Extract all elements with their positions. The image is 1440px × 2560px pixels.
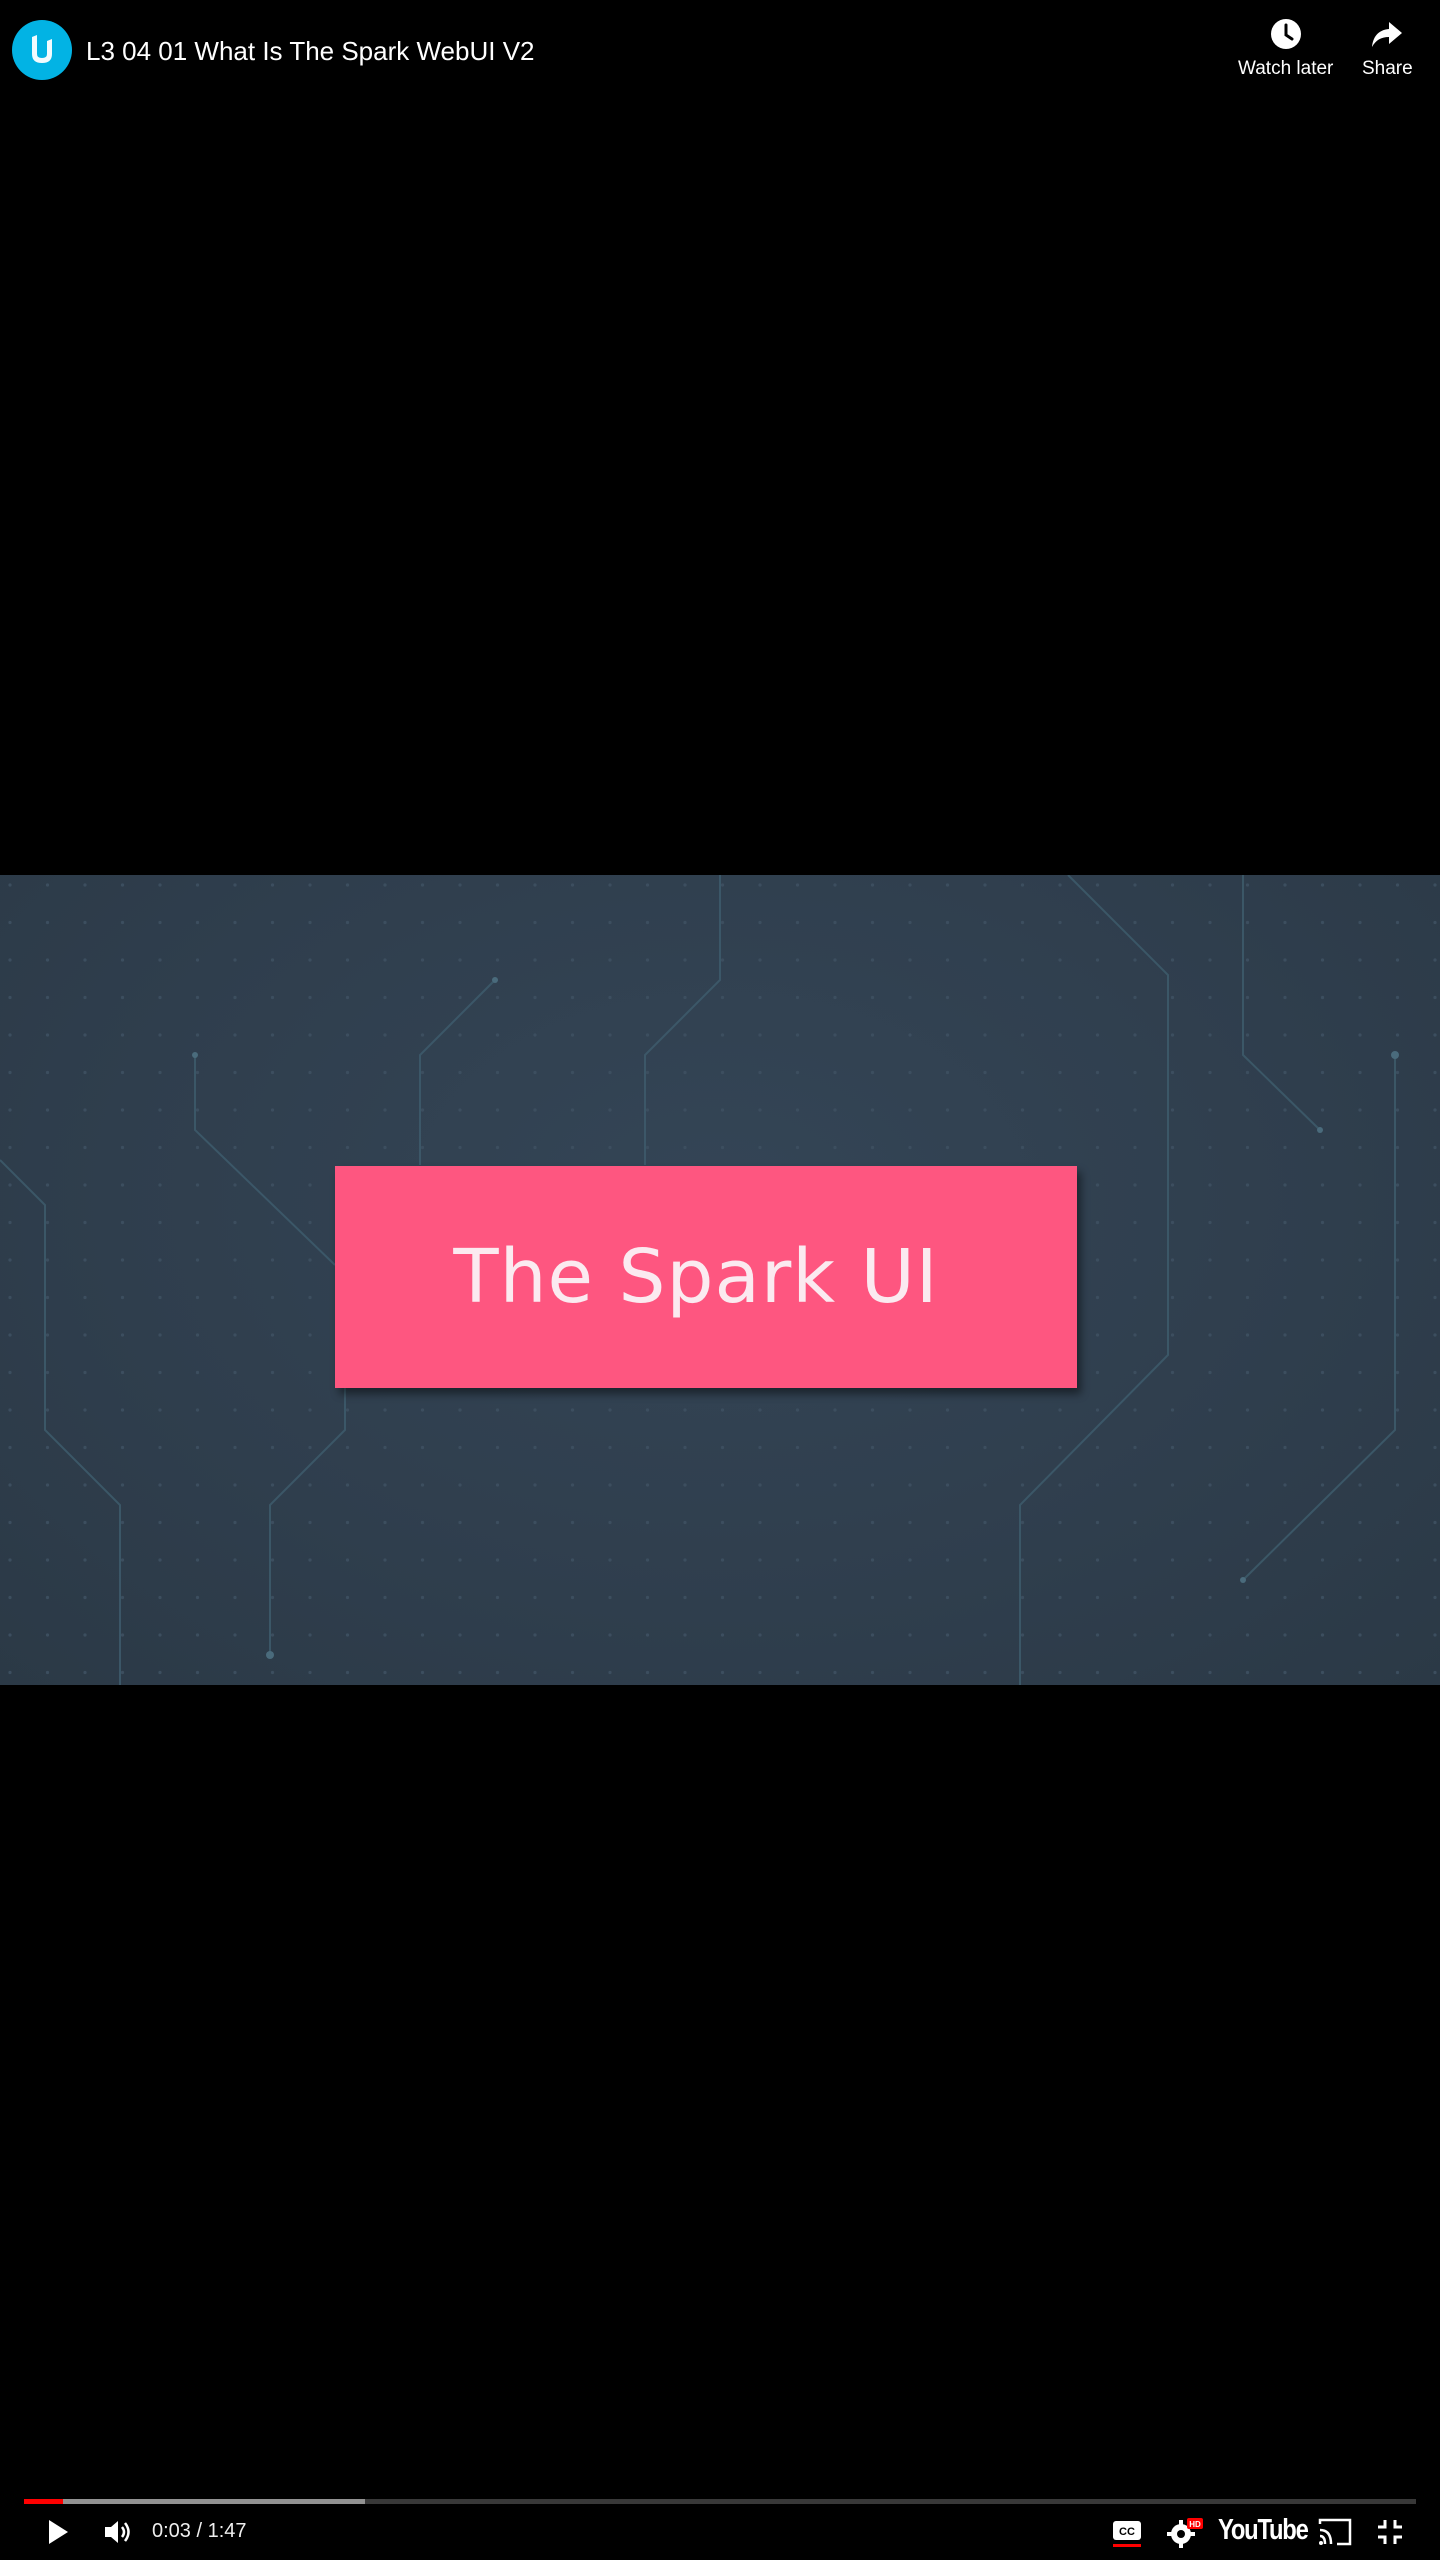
exit-fullscreen-button[interactable] [1372, 2514, 1408, 2550]
watch-later-label: Watch later [1238, 58, 1334, 79]
youtube-logo[interactable]: YouTube [1218, 2514, 1309, 2547]
channel-avatar[interactable] [12, 20, 72, 80]
cast-button[interactable] [1316, 2514, 1354, 2550]
cast-icon [1318, 2518, 1352, 2546]
watch-later-button[interactable]: Watch later [1238, 16, 1333, 80]
share-label: Share [1362, 58, 1413, 79]
time-display: 0:03 / 1:47 [152, 2520, 247, 2542]
settings-hd-icon: HD [1167, 2518, 1203, 2548]
buffered-progress [24, 2499, 366, 2504]
progress-bar[interactable] [24, 2499, 1416, 2504]
svg-text:CC: CC [1119, 2526, 1135, 2538]
video-frame[interactable]: The Spark UI [0, 875, 1440, 1685]
volume-icon [105, 2521, 130, 2543]
settings-button[interactable]: HD [1164, 2514, 1206, 2550]
title-card: The Spark UI [335, 1166, 1077, 1388]
share-button[interactable]: Share [1362, 16, 1413, 80]
svg-text:HD: HD [1189, 2520, 1201, 2529]
udacity-logo-icon [32, 35, 52, 63]
share-arrow-icon [1372, 22, 1403, 47]
captions-button[interactable]: CC [1108, 2514, 1146, 2550]
video-player[interactable]: L3 04 01 What Is The Spark WebUI V2 Watc… [0, 0, 1440, 2560]
play-button[interactable] [38, 2514, 78, 2550]
exit-fullscreen-icon [1378, 2520, 1402, 2544]
top-bar: L3 04 01 What Is The Spark WebUI V2 Watc… [0, 0, 1440, 104]
played-progress [24, 2499, 63, 2504]
video-title[interactable]: L3 04 01 What Is The Spark WebUI V2 [86, 34, 535, 68]
title-card-text: The Spark UI [453, 1234, 939, 1320]
clock-icon [1270, 19, 1301, 49]
mute-button[interactable] [98, 2514, 140, 2550]
play-icon [49, 2520, 68, 2544]
captions-icon: CC [1113, 2521, 1141, 2547]
